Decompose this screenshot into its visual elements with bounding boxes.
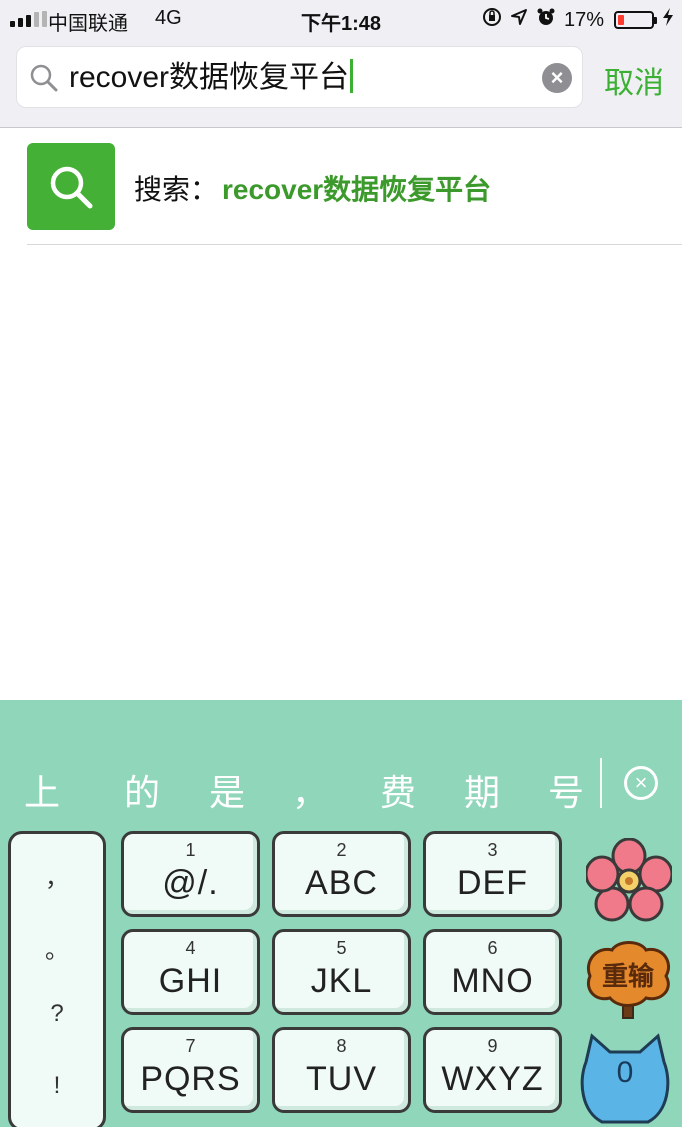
key-0[interactable]: 0 <box>578 1032 672 1127</box>
candidate-2[interactable]: 的 <box>124 764 160 816</box>
key-letters: @/. <box>162 864 219 902</box>
status-icons: 17% <box>482 7 674 33</box>
key-letters: GHI <box>158 962 223 1000</box>
keyboard: 上 的 是 ， 费 期 号 × ， 。 ? ! 1 @/. 2 ABC 3 DE… <box>0 700 682 1127</box>
search-icon <box>30 64 58 92</box>
key-letters: DEF <box>457 864 528 902</box>
key-number: 9 <box>487 1036 498 1056</box>
candidate-5[interactable]: 费 <box>380 764 416 816</box>
candidate-divider <box>600 758 602 808</box>
location-icon <box>510 8 528 32</box>
candidate-7[interactable]: 号 <box>548 764 584 816</box>
key-number: 2 <box>336 840 347 860</box>
punct-comma: ， <box>45 865 69 892</box>
key-letters: ABC <box>305 864 378 902</box>
key-letters: PQRS <box>140 1060 241 1098</box>
key-number: 7 <box>185 1036 196 1056</box>
status-bar: 中国联通 4G 下午1:48 17% <box>0 0 682 40</box>
key-9[interactable]: 9 WXYZ <box>423 1027 562 1113</box>
flower-icon <box>584 837 674 922</box>
candidate-1[interactable]: 上 <box>24 764 60 816</box>
key-5[interactable]: 5 JKL <box>272 929 411 1015</box>
key-number: 6 <box>487 938 498 958</box>
orientation-lock-icon <box>482 7 502 33</box>
battery-percent: 17% <box>563 8 604 31</box>
search-header: 中国联通 4G 下午1:48 17% recover数据恢复平台 × 取消 <box>0 0 682 128</box>
search-query-value: recover数据恢复平台 <box>69 61 350 94</box>
close-candidates-icon[interactable]: × <box>624 766 658 800</box>
search-icon <box>27 143 115 230</box>
key-8[interactable]: 8 TUV <box>272 1027 411 1113</box>
text-caret <box>350 59 354 93</box>
reset-button[interactable]: 重输 <box>580 938 676 1020</box>
punct-exclaim: ! <box>53 1072 61 1099</box>
battery-icon <box>614 11 657 29</box>
key-number: 4 <box>185 938 196 958</box>
key-3[interactable]: 3 DEF <box>423 831 562 917</box>
punct-question: ? <box>50 1000 64 1027</box>
suggestion-prefix: 搜索： <box>134 174 219 205</box>
key-7[interactable]: 7 PQRS <box>121 1027 260 1113</box>
search-suggestion-row[interactable]: 搜索： recover数据恢复平台 <box>27 128 682 245</box>
key-number: 5 <box>336 938 347 958</box>
search-input[interactable]: recover数据恢复平台 × <box>16 46 583 108</box>
candidate-bar: 上 的 是 ， 费 期 号 <box>0 756 682 816</box>
punct-period: 。 <box>45 937 69 964</box>
cancel-button[interactable]: 取消 <box>604 58 664 102</box>
key-letters: MNO <box>451 962 534 1000</box>
key-number: 8 <box>336 1036 347 1056</box>
candidate-6[interactable]: 期 <box>464 764 500 816</box>
key-4[interactable]: 4 GHI <box>121 929 260 1015</box>
key-2[interactable]: 2 ABC <box>272 831 411 917</box>
punctuation-key[interactable]: ， 。 ? ! <box>8 831 106 1127</box>
alarm-icon <box>536 7 556 33</box>
candidate-4[interactable]: ， <box>292 764 328 816</box>
key-letters: WXYZ <box>441 1060 544 1098</box>
reset-label: 重输 <box>601 961 654 991</box>
key-number: 3 <box>487 840 498 860</box>
candidate-3[interactable]: 是 <box>209 764 245 816</box>
key-6[interactable]: 6 MNO <box>423 929 562 1015</box>
suggestion-query: recover数据恢复平台 <box>222 174 492 205</box>
delete-key[interactable] <box>584 837 674 922</box>
key-number: 1 <box>185 840 196 860</box>
key-letters: TUV <box>306 1060 377 1098</box>
key-1[interactable]: 1 @/. <box>121 831 260 917</box>
charging-icon <box>662 7 674 33</box>
search-query-text: recover数据恢复平台 <box>69 59 354 97</box>
zero-label: 0 <box>616 1056 634 1089</box>
clear-icon[interactable]: × <box>542 63 572 93</box>
key-letters: JKL <box>310 962 373 1000</box>
